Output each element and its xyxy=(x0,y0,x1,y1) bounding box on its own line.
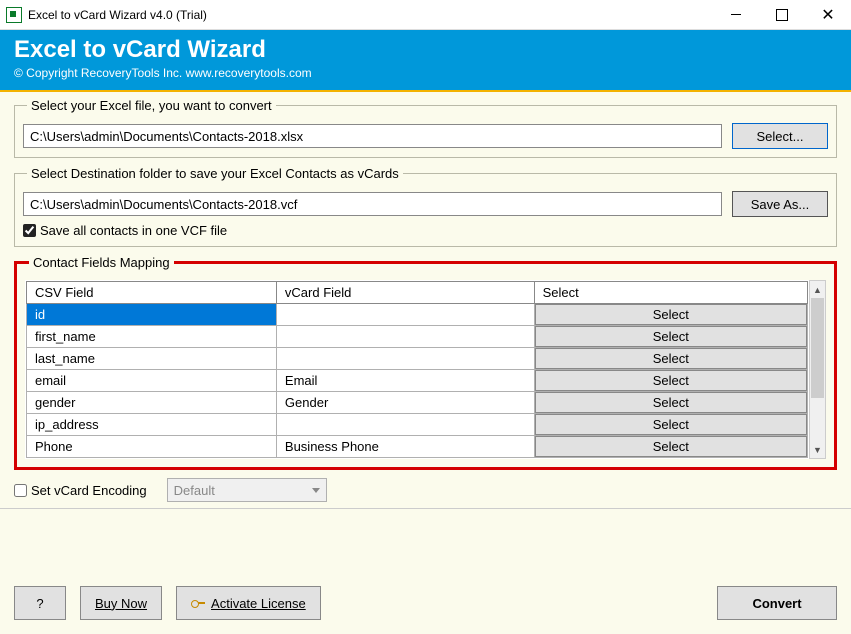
encoding-label: Set vCard Encoding xyxy=(31,483,147,498)
source-file-legend: Select your Excel file, you want to conv… xyxy=(27,98,276,113)
copyright-text: © Copyright RecoveryTools Inc. www.recov… xyxy=(14,66,837,80)
chevron-down-icon xyxy=(312,488,320,493)
source-path-input[interactable] xyxy=(23,124,722,148)
csv-field-cell[interactable]: Phone xyxy=(27,436,277,458)
csv-field-cell[interactable]: id xyxy=(27,304,277,326)
table-row[interactable]: ip_address Select xyxy=(27,414,808,436)
bottom-toolbar: ? Buy Now Activate License Convert xyxy=(14,586,837,620)
vcard-field-cell[interactable] xyxy=(276,326,534,348)
scroll-down-icon[interactable]: ▼ xyxy=(810,441,825,458)
select-cell: Select xyxy=(534,436,807,458)
field-mapping-legend: Contact Fields Mapping xyxy=(29,255,174,270)
main-content: Select your Excel file, you want to conv… xyxy=(0,92,851,634)
csv-field-cell[interactable]: email xyxy=(27,370,277,392)
encoding-combo[interactable]: Default xyxy=(167,478,327,502)
window-title: Excel to vCard Wizard v4.0 (Trial) xyxy=(28,8,207,22)
encoding-checkbox-row[interactable]: Set vCard Encoding xyxy=(14,483,147,498)
select-source-button[interactable]: Select... xyxy=(732,123,828,149)
select-cell: Select xyxy=(534,348,807,370)
select-mapping-button[interactable]: Select xyxy=(535,370,807,391)
csv-field-cell[interactable]: last_name xyxy=(27,348,277,370)
select-cell: Select xyxy=(534,392,807,414)
scroll-thumb[interactable] xyxy=(811,298,824,398)
activate-license-button[interactable]: Activate License xyxy=(176,586,321,620)
save-all-label: Save all contacts in one VCF file xyxy=(40,223,227,238)
table-row[interactable]: last_name Select xyxy=(27,348,808,370)
save-all-row[interactable]: Save all contacts in one VCF file xyxy=(23,223,828,238)
window-minimize-button[interactable] xyxy=(713,0,759,30)
select-cell: Select xyxy=(534,414,807,436)
window-maximize-button[interactable] xyxy=(759,0,805,30)
separator xyxy=(0,508,851,509)
app-title: Excel to vCard Wizard xyxy=(14,36,837,64)
select-cell: Select xyxy=(534,326,807,348)
csv-field-cell[interactable]: first_name xyxy=(27,326,277,348)
window-titlebar: Excel to vCard Wizard v4.0 (Trial) ✕ xyxy=(0,0,851,30)
app-header: Excel to vCard Wizard © Copyright Recove… xyxy=(0,30,851,92)
vcard-field-header[interactable]: vCard Field xyxy=(276,282,534,304)
table-row[interactable]: first_name Select xyxy=(27,326,808,348)
convert-button[interactable]: Convert xyxy=(717,586,837,620)
vcard-field-cell[interactable] xyxy=(276,414,534,436)
destination-path-input[interactable] xyxy=(23,192,722,216)
vcard-field-cell[interactable]: Business Phone xyxy=(276,436,534,458)
table-row[interactable]: genderGenderSelect xyxy=(27,392,808,414)
csv-field-cell[interactable]: gender xyxy=(27,392,277,414)
help-button[interactable]: ? xyxy=(14,586,66,620)
mapping-grid: CSV Field vCard Field Select idSelectfir… xyxy=(25,280,809,459)
vcard-field-cell[interactable]: Gender xyxy=(276,392,534,414)
select-cell: Select xyxy=(534,370,807,392)
encoding-combo-value: Default xyxy=(174,483,215,498)
app-icon xyxy=(6,7,22,23)
vcard-field-cell[interactable]: Email xyxy=(276,370,534,392)
window-close-button[interactable]: ✕ xyxy=(805,0,851,30)
source-file-group: Select your Excel file, you want to conv… xyxy=(14,98,837,158)
select-header[interactable]: Select xyxy=(534,282,807,304)
select-mapping-button[interactable]: Select xyxy=(535,414,807,435)
table-row[interactable]: PhoneBusiness PhoneSelect xyxy=(27,436,808,458)
destination-group: Select Destination folder to save your E… xyxy=(14,166,837,247)
save-as-button[interactable]: Save As... xyxy=(732,191,828,217)
select-mapping-button[interactable]: Select xyxy=(535,436,807,457)
table-row[interactable]: emailEmailSelect xyxy=(27,370,808,392)
mapping-header-row: CSV Field vCard Field Select xyxy=(27,282,808,304)
csv-field-cell[interactable]: ip_address xyxy=(27,414,277,436)
select-cell: Select xyxy=(534,304,807,326)
select-mapping-button[interactable]: Select xyxy=(535,304,807,325)
save-all-checkbox[interactable] xyxy=(23,224,36,237)
select-mapping-button[interactable]: Select xyxy=(535,348,807,369)
select-mapping-button[interactable]: Select xyxy=(535,326,807,347)
field-mapping-group: Contact Fields Mapping CSV Field vCard F… xyxy=(14,255,837,470)
mapping-scrollbar[interactable]: ▲ ▼ xyxy=(809,280,826,459)
select-mapping-button[interactable]: Select xyxy=(535,392,807,413)
table-row[interactable]: id Select xyxy=(27,304,808,326)
vcard-field-cell[interactable] xyxy=(276,304,534,326)
csv-field-header[interactable]: CSV Field xyxy=(27,282,277,304)
destination-legend: Select Destination folder to save your E… xyxy=(27,166,403,181)
scroll-up-icon[interactable]: ▲ xyxy=(810,281,825,298)
key-icon xyxy=(191,596,205,610)
encoding-row: Set vCard Encoding Default xyxy=(14,478,837,502)
encoding-checkbox[interactable] xyxy=(14,484,27,497)
vcard-field-cell[interactable] xyxy=(276,348,534,370)
buy-now-button[interactable]: Buy Now xyxy=(80,586,162,620)
